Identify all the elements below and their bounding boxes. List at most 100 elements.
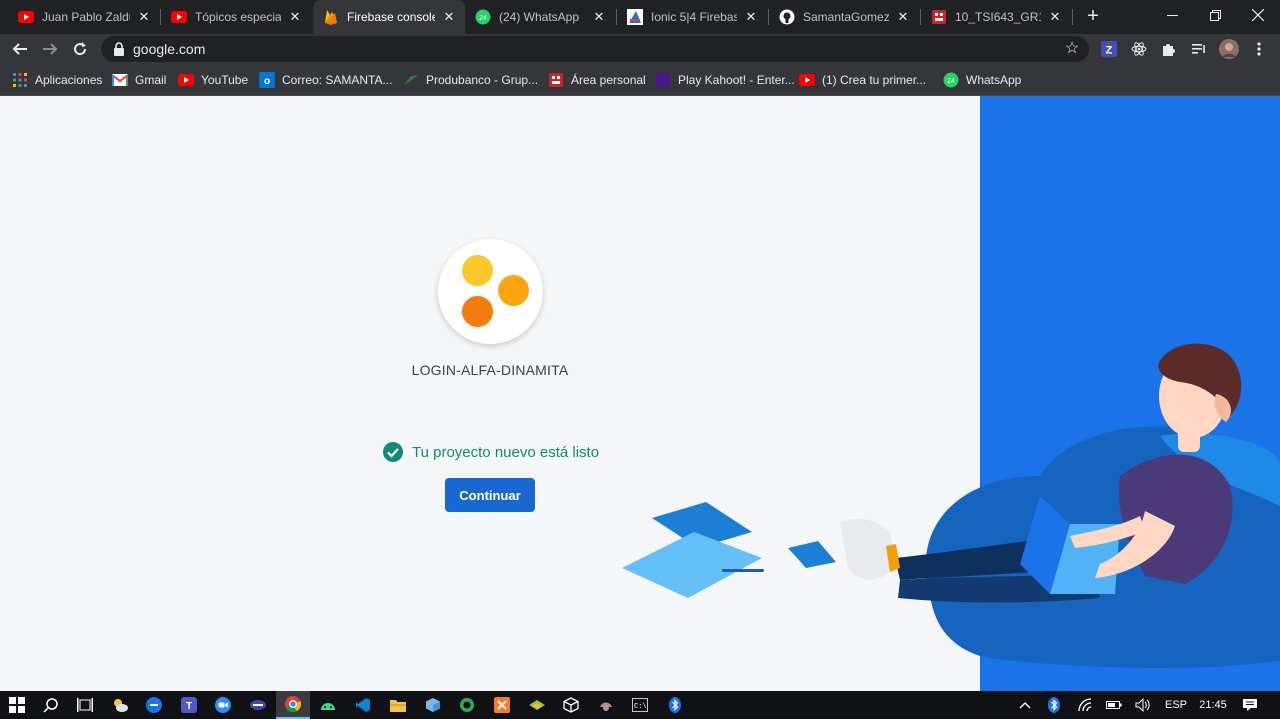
start-button[interactable] (0, 691, 34, 719)
layers-icon (529, 700, 545, 710)
close-icon[interactable]: ✕ (591, 9, 607, 25)
bookmark-kahoot[interactable]: Play Kahoot! - Enter... (655, 71, 795, 89)
tab-title: Ionic 5|4 Firebase (651, 10, 737, 24)
close-window-button[interactable] (1236, 0, 1280, 30)
taskbar-vscode[interactable] (346, 691, 380, 719)
bookmark-label: (1) Crea tu primer... (822, 73, 927, 87)
extensions-puzzle-icon[interactable] (1159, 39, 1179, 59)
tab-moodle-course[interactable]: 10_TSI643_GR1_20 ✕ (921, 4, 1071, 30)
close-icon[interactable]: ✕ (895, 9, 911, 25)
tab-topicos[interactable]: Tópicos especiales ✕ (161, 4, 311, 30)
tab-firebase-console[interactable]: Firebase console ✕ (313, 0, 465, 34)
taskbar-virtualbox[interactable] (554, 691, 588, 719)
profile-avatar[interactable] (1219, 39, 1239, 59)
bookmark-produbanco[interactable]: Produbanco - Grup... (403, 71, 538, 89)
zoom-icon (215, 697, 231, 713)
restore-icon (1209, 9, 1221, 21)
restore-button[interactable] (1193, 0, 1237, 30)
forward-button[interactable] (38, 37, 62, 61)
youtube-icon (171, 9, 187, 25)
terminal-icon: C:\ (632, 698, 648, 712)
bookmark-star-icon[interactable]: ☆ (1063, 40, 1081, 58)
tab-separator (1072, 9, 1073, 25)
moodle-icon (931, 9, 947, 25)
tab-whatsapp[interactable]: 24 (24) WhatsApp ✕ (465, 4, 615, 30)
bookmark-label: YouTube (201, 73, 249, 87)
vscode-icon (356, 698, 370, 712)
chevron-up-icon (1019, 702, 1031, 709)
tab-strip: Juan Pablo Zaldum ✕ Tópicos especiales ✕… (0, 0, 1280, 34)
reading-list-icon[interactable] (1189, 39, 1209, 59)
close-icon[interactable]: ✕ (1047, 9, 1063, 25)
produbanco-icon (403, 72, 419, 88)
folder-icon (390, 700, 406, 712)
back-button[interactable] (8, 37, 32, 61)
close-icon[interactable]: ✕ (287, 9, 303, 25)
address-bar[interactable]: google.com ☆ (101, 36, 1089, 62)
bookmark-gmail[interactable]: Gmail (112, 71, 166, 89)
bookmark-whatsapp[interactable]: 24 WhatsApp (943, 71, 1021, 89)
close-icon[interactable]: ✕ (743, 9, 759, 25)
logo-dot-yellow (462, 255, 493, 286)
taskbar-terminal[interactable]: C:\ (623, 691, 657, 719)
search-button[interactable] (34, 691, 68, 719)
taskbar-file-explorer[interactable] (381, 691, 415, 719)
taskbar-bluetooth[interactable] (658, 691, 692, 719)
bookmark-label: Aplicaciones (35, 73, 103, 87)
chrome-menu-icon[interactable] (1249, 39, 1269, 59)
taskbar-weather[interactable] (103, 691, 137, 719)
bookmark-aplicaciones[interactable]: Aplicaciones (12, 71, 102, 89)
bookmark-label: Play Kahoot! - Enter... (678, 73, 795, 87)
bookmark-crea-tu-primer[interactable]: (1) Crea tu primer... (799, 71, 926, 89)
notification-center-button[interactable] (1238, 691, 1262, 719)
tray-network[interactable] (1074, 691, 1098, 719)
tray-battery[interactable] (1102, 691, 1126, 719)
bluetooth-icon (1048, 697, 1060, 713)
tray-bluetooth[interactable] (1042, 691, 1066, 719)
reload-button[interactable] (68, 37, 92, 61)
taskbar-snipping[interactable] (589, 691, 623, 719)
tray-volume[interactable] (1131, 691, 1155, 719)
close-icon[interactable]: ✕ (136, 9, 152, 25)
bookmark-label: Área personal (571, 73, 646, 87)
react-devtools-icon[interactable] (1129, 39, 1149, 59)
project-ready-status: Tu proyecto nuevo está listo (383, 442, 599, 462)
show-hidden-icons-button[interactable] (1014, 691, 1036, 719)
firebase-icon (323, 9, 339, 25)
extension-z-icon[interactable]: Z (1099, 39, 1119, 59)
clock[interactable]: 21:45 (1194, 691, 1232, 719)
youtube-icon (178, 72, 194, 88)
tab-ionic-firebase[interactable]: Ionic 5|4 Firebase ✕ (617, 4, 767, 30)
taskbar-android-studio[interactable] (311, 691, 345, 719)
bookmark-area-personal[interactable]: Área personal (548, 71, 646, 89)
tab-title: 10_TSI643_GR1_20 (955, 10, 1041, 24)
tab-juan-pablo[interactable]: Juan Pablo Zaldum ✕ (8, 4, 160, 30)
taskbar-layers-app[interactable] (520, 691, 554, 719)
language-indicator[interactable]: ESP (1160, 691, 1192, 719)
taskbar-zoom[interactable] (206, 691, 240, 719)
github-icon (779, 9, 795, 25)
continue-button[interactable]: Continuar (445, 478, 535, 512)
logo-dot-dark-orange (462, 296, 493, 327)
windows-logo-icon (9, 697, 25, 713)
taskbar-xampp[interactable] (485, 691, 519, 719)
close-icon[interactable]: ✕ (441, 9, 457, 25)
taskbar-chat[interactable] (137, 691, 171, 719)
taskbar-teams[interactable]: T (172, 691, 206, 719)
bookmark-correo[interactable]: o Correo: SAMANTA... (259, 71, 392, 89)
taskbar-app[interactable] (241, 691, 275, 719)
bookmark-youtube[interactable]: YouTube (178, 71, 248, 89)
minimize-button[interactable] (1150, 0, 1194, 30)
new-tab-button[interactable]: + (1082, 6, 1104, 28)
tab-github[interactable]: SamantaGomez/A ✕ (769, 4, 919, 30)
project-name: LOGIN-ALFA-DINAMITA (411, 362, 569, 378)
taskbar-3d-app[interactable] (416, 691, 450, 719)
whatsapp-icon: 24 (943, 72, 959, 88)
box-icon (563, 697, 579, 713)
svg-text:T: T (186, 701, 192, 712)
task-view-button[interactable] (68, 691, 102, 719)
bookmarks-bar: Aplicaciones Gmail YouTube o Correo: SAM… (0, 64, 1280, 96)
bookmark-label: WhatsApp (966, 73, 1022, 87)
taskbar-chrome[interactable] (276, 691, 310, 719)
taskbar-edge-app[interactable] (450, 691, 484, 719)
